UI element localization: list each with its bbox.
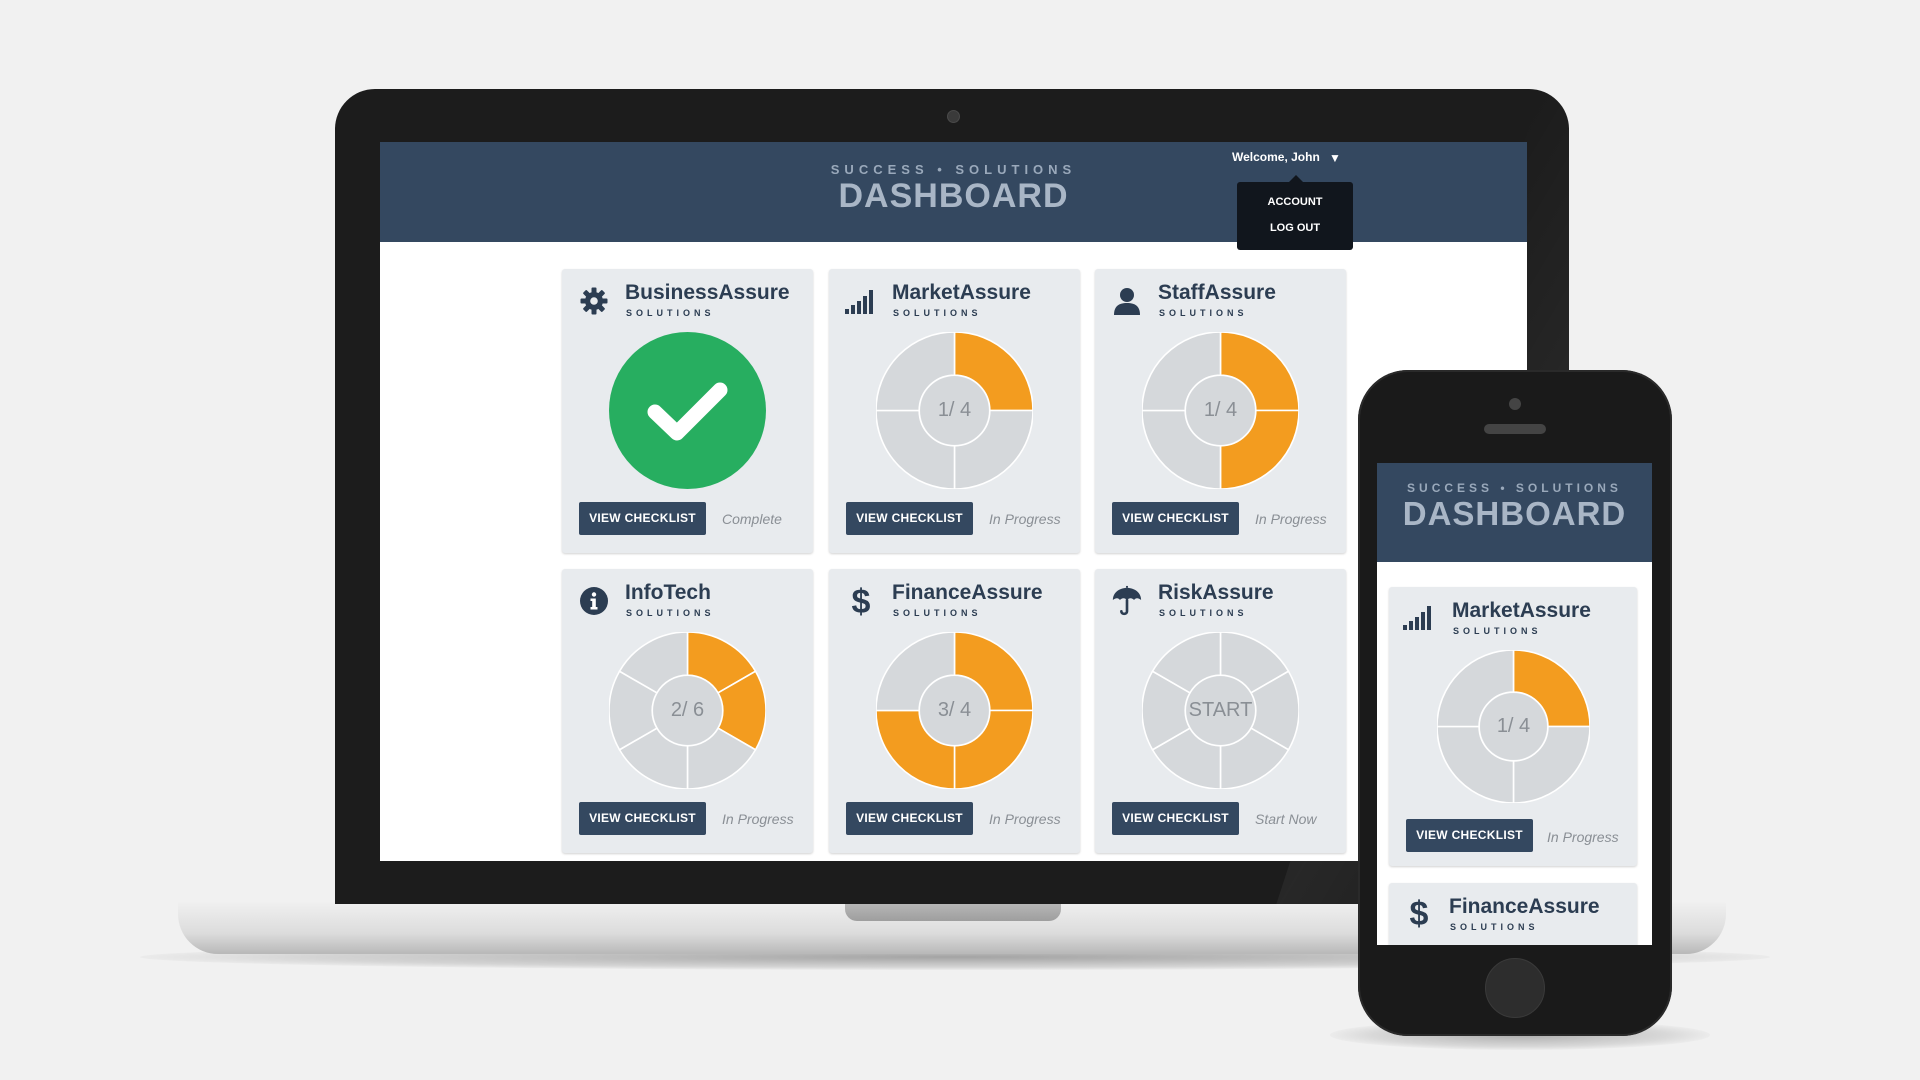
status-text: Complete: [722, 511, 782, 527]
solution-card-staffassure: StaffAssure SOLUTIONS 1/ 4 VIEW CHECKLIST In…: [1095, 269, 1346, 553]
dollar-icon: $: [845, 584, 877, 618]
card-title: InfoTech: [625, 581, 711, 604]
laptop-hinge-notch: [845, 902, 1061, 921]
progress-label: START: [1188, 699, 1253, 721]
card-subtitle: SOLUTIONS: [1450, 922, 1539, 932]
card-title: MarketAssure: [892, 281, 1031, 304]
card-subtitle: SOLUTIONS: [626, 608, 715, 618]
card-subtitle: SOLUTIONS: [893, 608, 982, 618]
solution-card-financeassure: $ FinanceAssure SOLUTIONS 3/ 4 VIEW CHECKLIS…: [829, 569, 1080, 853]
solution-card-marketassure: MarketAssure SOLUTIONS 1/ 4 VIEW CHECKLIST I…: [829, 269, 1080, 553]
card-title: BusinessAssure: [625, 281, 790, 304]
view-checklist-button[interactable]: VIEW CHECKLIST: [1112, 502, 1239, 535]
status-text: In Progress: [722, 811, 794, 827]
card-subtitle: SOLUTIONS: [626, 308, 715, 318]
progress-label: 1/ 4: [1203, 399, 1238, 421]
progress-label: 2/ 6: [670, 699, 705, 721]
dashboard-header: SUCCESS • SOLUTIONS DASHBOARD Welcome, J…: [380, 142, 1527, 250]
card-title: StaffAssure: [1158, 281, 1276, 304]
solution-card-infotech: InfoTech SOLUTIONS 2/ 6 VIEW CHECKLIST In Pr…: [562, 569, 813, 853]
view-checklist-button[interactable]: VIEW CHECKLIST: [846, 802, 973, 835]
card-subtitle: SOLUTIONS: [1159, 608, 1248, 618]
status-text: In Progress: [989, 511, 1061, 527]
status-text: In Progress: [989, 811, 1061, 827]
phone-camera: [1509, 398, 1521, 410]
brand-subtitle: SUCCESS • SOLUTIONS: [830, 162, 1077, 177]
svg-text:$: $: [852, 584, 871, 618]
menu-item-account[interactable]: ACCOUNT: [1237, 189, 1353, 215]
card-title: RiskAssure: [1158, 581, 1274, 604]
user-dropdown-menu: ACCOUNT LOG OUT: [1237, 175, 1353, 250]
svg-text:$: $: [1410, 896, 1429, 930]
caret-down-icon[interactable]: ▼: [1329, 151, 1341, 165]
card-title: FinanceAssure: [892, 581, 1043, 604]
view-checklist-button[interactable]: VIEW CHECKLIST: [846, 502, 973, 535]
signal-bars-icon: [1403, 601, 1435, 633]
signal-bars-icon: [845, 285, 877, 317]
status-text: Start Now: [1255, 811, 1317, 827]
status-text: In Progress: [1547, 829, 1619, 845]
dollar-icon: $: [1403, 896, 1435, 930]
brand-title: DASHBOARD: [838, 177, 1069, 215]
card-title: MarketAssure: [1452, 599, 1591, 622]
mobile-brand-subtitle: SUCCESS • SOLUTIONS: [1407, 481, 1622, 495]
welcome-user-menu[interactable]: Welcome, John: [1232, 150, 1320, 164]
mobile-solution-card-marketassure: MarketAssure SOLUTIONS 1/ 4 VIEW CHECKLIST I…: [1389, 587, 1637, 866]
umbrella-icon: [1111, 585, 1143, 617]
status-text: In Progress: [1255, 511, 1327, 527]
card-subtitle: SOLUTIONS: [1453, 626, 1542, 636]
mobile-solution-card-financeassure: $ FinanceAssure SOLUTIONS: [1389, 883, 1637, 945]
phone-speaker: [1484, 424, 1546, 434]
card-subtitle: SOLUTIONS: [893, 308, 982, 318]
user-icon: [1111, 285, 1143, 317]
view-checklist-button[interactable]: VIEW CHECKLIST: [1112, 802, 1239, 835]
mobile-dashboard-header: SUCCESS • SOLUTIONS DASHBOARD: [1377, 463, 1652, 562]
laptop-screen: SUCCESS • SOLUTIONS DASHBOARD Welcome, J…: [380, 142, 1527, 861]
view-checklist-button[interactable]: VIEW CHECKLIST: [579, 502, 706, 535]
brand-block: SUCCESS • SOLUTIONS DASHBOARD: [380, 162, 1527, 216]
home-button[interactable]: [1485, 958, 1545, 1018]
progress-label: 1/ 4: [937, 399, 972, 421]
card-subtitle: SOLUTIONS: [1159, 308, 1248, 318]
view-checklist-button[interactable]: VIEW CHECKLIST: [1406, 819, 1533, 852]
view-checklist-button[interactable]: VIEW CHECKLIST: [579, 802, 706, 835]
card-title: FinanceAssure: [1449, 895, 1600, 918]
solution-card-businessassure: BusinessAssure SOLUTIONS VIEW CHECKLIST Com…: [562, 269, 813, 553]
solution-card-riskassure: RiskAssure SOLUTIONS START VIEW CHECKLIST St…: [1095, 569, 1346, 853]
gear-icon: [578, 285, 610, 317]
progress-label: 3/ 4: [937, 699, 972, 721]
mobile-brand-block: SUCCESS • SOLUTIONS DASHBOARD: [1377, 481, 1652, 533]
laptop-camera: [947, 110, 960, 123]
info-icon: [578, 585, 610, 617]
phone-screen: SUCCESS • SOLUTIONS DASHBOARD MarketAssu…: [1377, 463, 1652, 945]
progress-label: 1/ 4: [1496, 715, 1531, 737]
mobile-brand-title: DASHBOARD: [1402, 495, 1627, 532]
menu-item-log-out[interactable]: LOG OUT: [1237, 215, 1353, 241]
complete-check-icon: [609, 332, 766, 489]
